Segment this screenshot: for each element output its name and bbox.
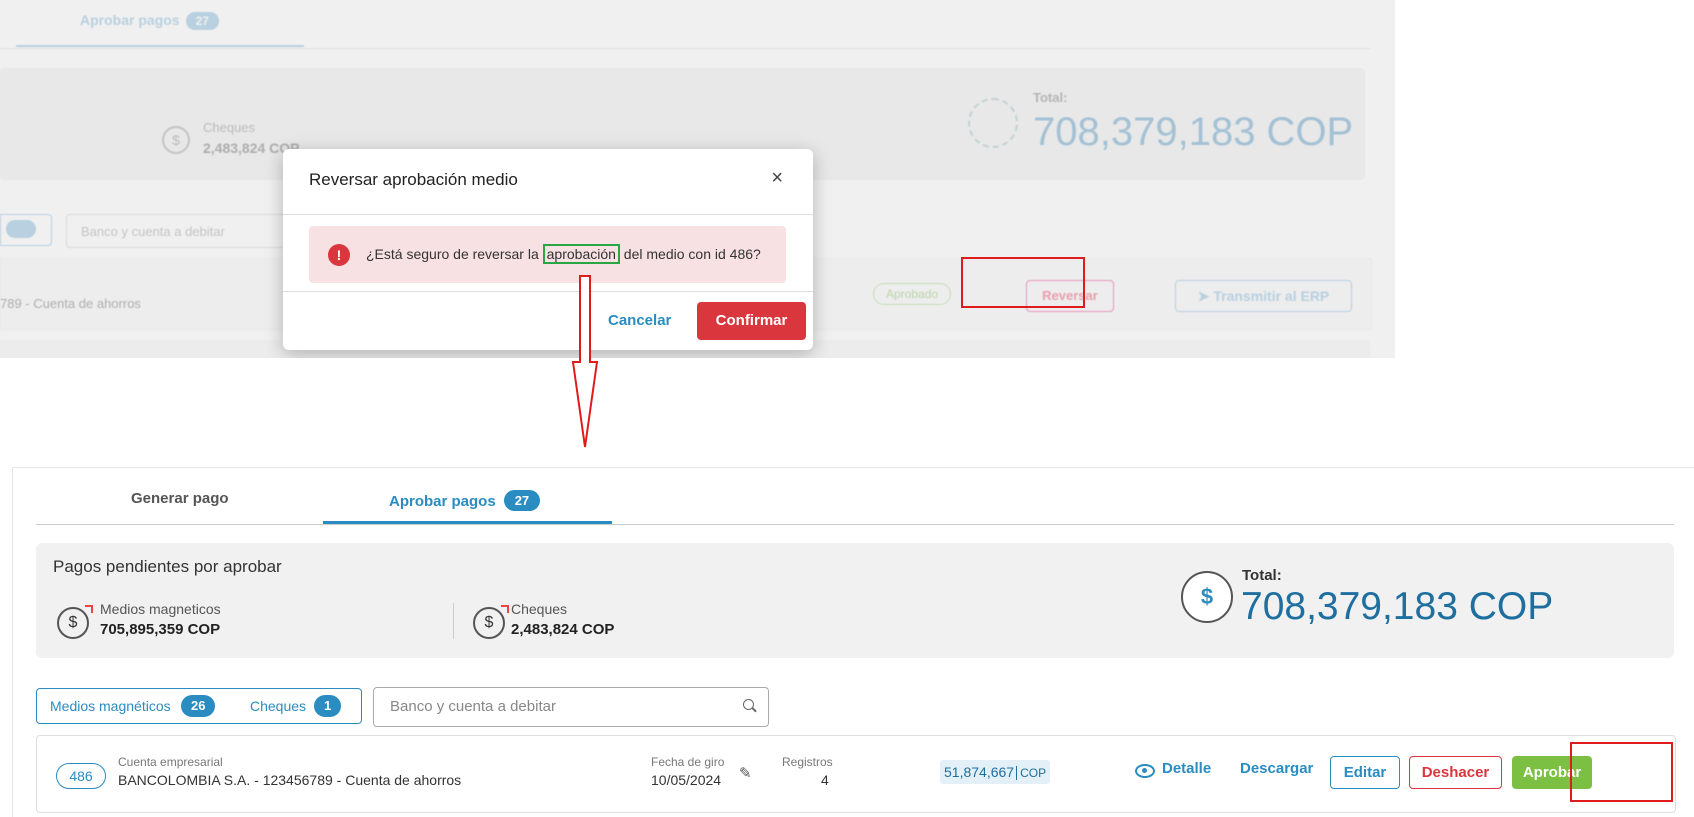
table-row: 486 Cuenta empresarial BANCOLOMBIA S.A. … bbox=[36, 735, 1676, 813]
top-screenshot: Aprobar pagos 27 $ Cheques 2,483,824 COP … bbox=[0, 0, 1395, 358]
dollar-icon: $ bbox=[57, 605, 93, 639]
fecha-label: Fecha de giro bbox=[651, 755, 725, 769]
search-field[interactable] bbox=[373, 687, 769, 727]
descargar-link[interactable]: Descargar bbox=[1240, 760, 1313, 777]
cheques-label: Cheques bbox=[511, 601, 568, 617]
close-icon[interactable]: × bbox=[771, 167, 783, 190]
medios-count-badge: 26 bbox=[181, 695, 216, 717]
amount-badge: 51,874,667 COP bbox=[940, 760, 1051, 784]
filter-medios-magneticos[interactable]: Medios magnéticos 26 bbox=[36, 688, 239, 724]
search-icon[interactable] bbox=[743, 699, 754, 710]
tab-count-badge: 27 bbox=[503, 490, 541, 511]
total-label: Total: bbox=[1242, 567, 1282, 584]
alert-icon: ! bbox=[328, 244, 350, 266]
filter-cheques[interactable]: Cheques 1 bbox=[237, 688, 362, 724]
search-input[interactable] bbox=[388, 697, 732, 716]
summary-divider bbox=[453, 603, 454, 639]
confirm-button[interactable]: Confirmar bbox=[697, 302, 806, 340]
confirm-dialog: Reversar aprobación medio × ! ¿Está segu… bbox=[283, 149, 813, 350]
cheques-value: 2,483,824 COP bbox=[511, 621, 615, 638]
summary-title: Pagos pendientes por aprobar bbox=[53, 557, 282, 576]
registros-value: 4 bbox=[821, 772, 829, 788]
main-panel: Generar pago Aprobar pagos 27 Pagos pendi… bbox=[12, 467, 1694, 817]
dollar-icon: $ bbox=[473, 605, 509, 639]
fecha-value: 10/05/2024 bbox=[651, 772, 722, 788]
medios-label: Medios magneticos bbox=[100, 601, 221, 617]
tab-aprobar-pagos[interactable]: Aprobar pagos 27 bbox=[389, 490, 541, 511]
account-name: BANCOLOMBIA S.A. - 123456789 - Cuenta de… bbox=[118, 772, 462, 788]
alert-message: ¿Está seguro de reversar la aprobación d… bbox=[366, 244, 761, 264]
editar-button[interactable]: Editar bbox=[1330, 756, 1400, 789]
total-value: 708,379,183 COP bbox=[1241, 585, 1554, 628]
id-badge: 486 bbox=[56, 763, 106, 789]
registros-label: Registros bbox=[782, 755, 833, 769]
alert-box: ! ¿Está seguro de reversar la aprobación… bbox=[309, 226, 786, 283]
dialog-divider bbox=[283, 214, 813, 215]
cheques-count-badge: 1 bbox=[314, 695, 342, 717]
currency-label: COP bbox=[1016, 766, 1047, 780]
highlighted-word: aprobación bbox=[542, 244, 620, 264]
medios-value: 705,895,359 COP bbox=[100, 621, 221, 638]
account-type: Cuenta empresarial bbox=[118, 755, 223, 769]
down-arrow-icon bbox=[571, 275, 599, 448]
highlight-reversar bbox=[961, 257, 1085, 308]
cancel-button[interactable]: Cancelar bbox=[608, 312, 671, 329]
summary-panel: Pagos pendientes por aprobar $ Medios ma… bbox=[36, 543, 1674, 658]
dialog-footer-divider bbox=[283, 291, 813, 292]
pencil-icon[interactable]: ✎ bbox=[739, 764, 752, 782]
tabs-divider bbox=[36, 524, 1674, 525]
highlight-aprobar bbox=[1570, 742, 1673, 802]
dialog-title: Reversar aprobación medio bbox=[309, 170, 518, 189]
money-bag-icon: $ bbox=[1173, 571, 1233, 627]
detalle-link[interactable]: Detalle bbox=[1136, 760, 1211, 777]
tab-generar-pago[interactable]: Generar pago bbox=[131, 490, 229, 507]
deshacer-button[interactable]: Deshacer bbox=[1409, 756, 1502, 789]
